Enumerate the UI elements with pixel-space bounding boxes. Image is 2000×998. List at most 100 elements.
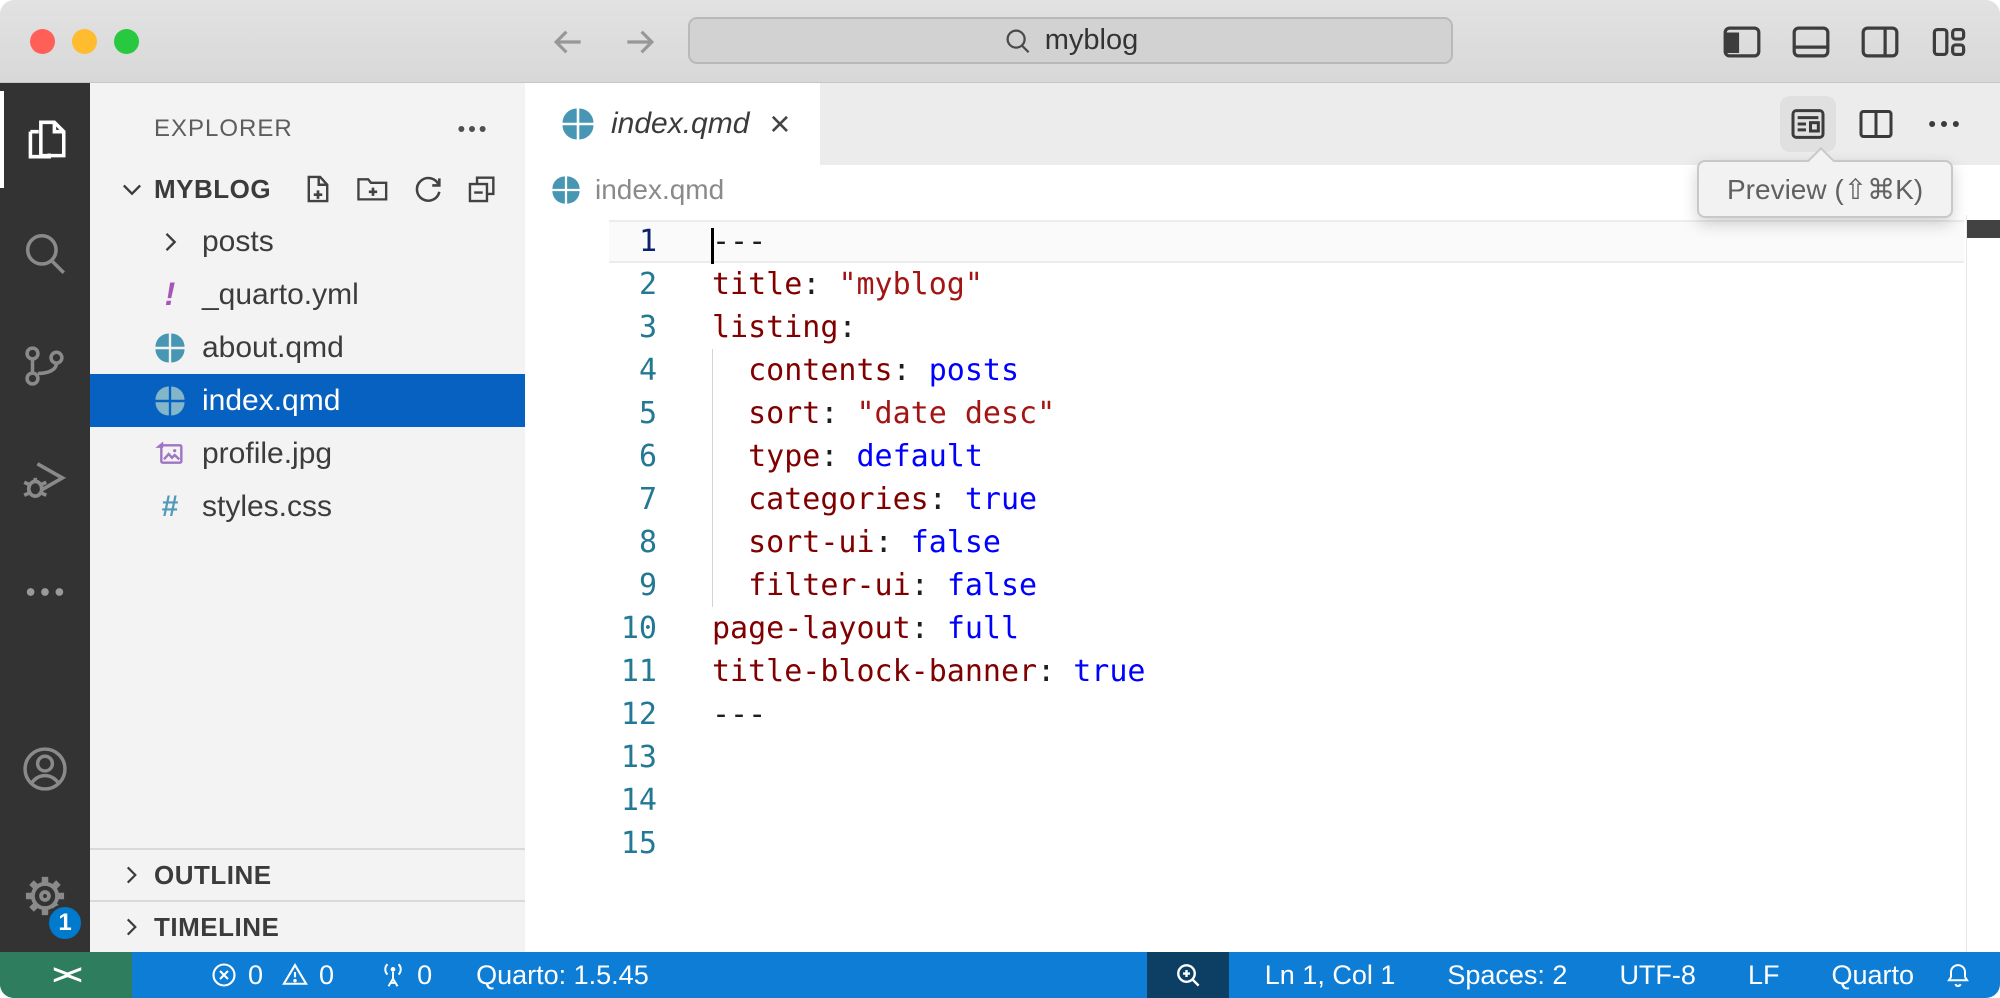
- toggle-panel-button[interactable]: [1790, 21, 1832, 63]
- zoom-in-icon: [1173, 960, 1203, 990]
- toggle-primary-sidebar-button[interactable]: [1721, 21, 1763, 63]
- outline-label: OUTLINE: [154, 860, 272, 891]
- code-line-14[interactable]: 14: [525, 779, 2000, 822]
- ports-indicator[interactable]: 0: [378, 960, 432, 991]
- code-text: ---: [657, 224, 766, 259]
- outline-section-header[interactable]: OUTLINE: [90, 848, 525, 900]
- code-text: contents: posts: [657, 353, 1019, 388]
- chevron-right-icon: [118, 914, 154, 940]
- minimize-window-button[interactable]: [72, 29, 97, 54]
- cursor-position[interactable]: Ln 1, Col 1: [1239, 952, 1422, 998]
- code-line-10[interactable]: 10page-layout: full: [525, 607, 2000, 650]
- line-number: 14: [525, 783, 657, 818]
- file-item-index.qmd[interactable]: index.qmd: [90, 374, 525, 427]
- code-text: filter-ui: false: [657, 568, 1037, 603]
- zoom-window-button[interactable]: [114, 29, 139, 54]
- more-actions-button[interactable]: [1916, 96, 1972, 152]
- more-actions-icon[interactable]: [455, 112, 489, 146]
- code-line-6[interactable]: 6 type: default: [525, 435, 2000, 478]
- arrow-left-icon: [549, 23, 587, 61]
- notifications[interactable]: [1940, 952, 2000, 998]
- scrollbar-thumb[interactable]: [1967, 220, 2000, 238]
- source-control-icon: [20, 341, 70, 391]
- history-navigation: [548, 0, 660, 83]
- code-line-9[interactable]: 9 filter-ui: false: [525, 564, 2000, 607]
- activity-accounts[interactable]: [0, 712, 90, 825]
- code-line-13[interactable]: 13: [525, 736, 2000, 779]
- code-line-3[interactable]: 3listing:: [525, 306, 2000, 349]
- workspace-name: MYBLOG: [154, 174, 271, 205]
- go-back-button[interactable]: [548, 22, 588, 62]
- text-cursor: [711, 228, 714, 264]
- language-mode[interactable]: Quarto: [1805, 952, 1940, 998]
- encoding[interactable]: UTF-8: [1593, 952, 1722, 998]
- code-line-4[interactable]: 4 contents: posts: [525, 349, 2000, 392]
- file-tree: posts!_quarto.ymlabout.qmdindex.qmdprofi…: [90, 215, 525, 533]
- split-editor-button[interactable]: [1848, 96, 1904, 152]
- activity-run-debug[interactable]: [0, 422, 90, 535]
- close-tab-icon[interactable]: ×: [769, 106, 790, 142]
- file-icon-cell: [148, 381, 192, 421]
- eol-sequence[interactable]: LF: [1722, 952, 1806, 998]
- sidebar-panes: OUTLINE TIMELINE: [90, 848, 525, 952]
- file-item-about.qmd[interactable]: about.qmd: [90, 321, 525, 374]
- collapse-all-icon[interactable]: [465, 172, 499, 206]
- code-line-15[interactable]: 15: [525, 822, 2000, 865]
- code-line-12[interactable]: 12---: [525, 693, 2000, 736]
- tab-index-qmd[interactable]: index.qmd ×: [525, 83, 820, 165]
- ellipsis-icon: [22, 569, 68, 615]
- editor-actions: [1780, 83, 2000, 165]
- remote-indicator[interactable]: ><: [0, 952, 132, 998]
- code-text: type: default: [657, 439, 983, 474]
- code-line-7[interactable]: 7 categories: true: [525, 478, 2000, 521]
- workspace-folder-row[interactable]: MYBLOG: [90, 163, 525, 215]
- customize-layout-button[interactable]: [1928, 21, 1970, 63]
- activity-explorer[interactable]: [0, 83, 90, 196]
- zoom-indicator[interactable]: [1147, 952, 1229, 998]
- refresh-icon[interactable]: [411, 172, 445, 206]
- code-line-2[interactable]: 2title: "myblog": [525, 263, 2000, 306]
- line-number: 1: [525, 224, 657, 259]
- breadcrumb-item[interactable]: index.qmd: [595, 174, 724, 206]
- activity-search[interactable]: [0, 196, 90, 309]
- code-text: ---: [657, 697, 766, 732]
- quarto-icon: [154, 332, 186, 364]
- code-text: title-block-banner: true: [657, 654, 1145, 689]
- scrollbar-track: [1966, 215, 1967, 952]
- command-center-search[interactable]: myblog: [688, 17, 1453, 64]
- new-folder-icon[interactable]: [355, 172, 391, 206]
- preview-button[interactable]: [1780, 96, 1836, 152]
- code-text: categories: true: [657, 482, 1037, 517]
- close-window-button[interactable]: [30, 29, 55, 54]
- file-item-profile.jpg[interactable]: profile.jpg: [90, 427, 525, 480]
- timeline-section-header[interactable]: TIMELINE: [90, 900, 525, 952]
- line-number: 7: [525, 482, 657, 517]
- code-line-8[interactable]: 8 sort-ui: false: [525, 521, 2000, 564]
- activity-settings[interactable]: 1: [0, 839, 90, 952]
- activity-source-control[interactable]: [0, 309, 90, 422]
- code-line-5[interactable]: 5 sort: "date desc": [525, 392, 2000, 435]
- editor-group: index.qmd × index.qmd 1---2title:: [525, 83, 2000, 952]
- bell-icon: [1944, 961, 1972, 989]
- quarto-version[interactable]: Quarto: 1.5.45: [476, 960, 649, 991]
- file-item-_quarto.yml[interactable]: !_quarto.yml: [90, 268, 525, 321]
- search-icon: [1003, 26, 1033, 56]
- line-number: 12: [525, 697, 657, 732]
- toggle-secondary-sidebar-button[interactable]: [1859, 21, 1901, 63]
- problems-indicator[interactable]: 0 0: [210, 960, 334, 991]
- line-number: 4: [525, 353, 657, 388]
- go-forward-button[interactable]: [620, 22, 660, 62]
- file-name: styles.css: [202, 490, 332, 524]
- indentation[interactable]: Spaces: 2: [1421, 952, 1593, 998]
- quarto-icon: [154, 385, 186, 417]
- ports-count: 0: [417, 960, 432, 991]
- code-line-1[interactable]: 1---: [525, 220, 2000, 263]
- code-line-11[interactable]: 11title-block-banner: true: [525, 650, 2000, 693]
- activity-more[interactable]: [0, 535, 90, 648]
- file-item-styles.css[interactable]: #styles.css: [90, 480, 525, 533]
- tooltip-text: Preview (⇧⌘K): [1727, 173, 1923, 206]
- new-file-icon[interactable]: [301, 172, 335, 206]
- file-icon-cell: !: [148, 275, 192, 315]
- file-item-posts[interactable]: posts: [90, 215, 525, 268]
- tab-bar: index.qmd ×: [525, 83, 2000, 165]
